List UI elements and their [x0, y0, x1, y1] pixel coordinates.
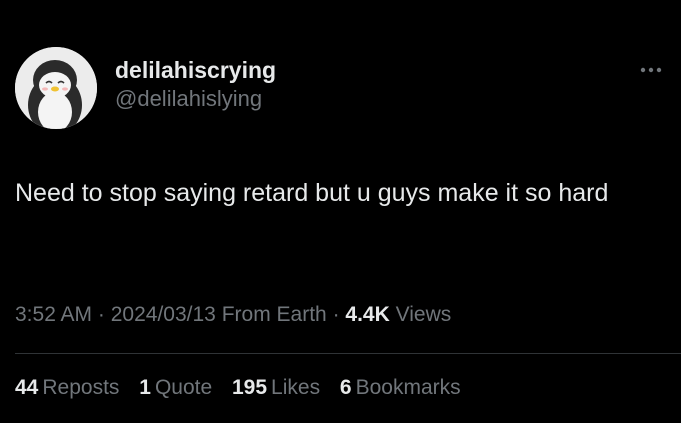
reposts-stat[interactable]: 44 Reposts [15, 376, 119, 399]
tweet-time[interactable]: 3:52 AM [15, 303, 92, 326]
tweet-date[interactable]: 2024/03/13 [111, 303, 216, 326]
bookmarks-count: 6 [339, 376, 352, 399]
quotes-stat[interactable]: 1 Quote [139, 376, 212, 399]
quote-count: 1 [139, 376, 151, 399]
likes-count: 195 [232, 376, 268, 399]
more-options-icon[interactable] [635, 62, 667, 78]
quote-label: Quote [154, 376, 213, 399]
meta-separator: · [97, 303, 105, 326]
meta-separator: · [332, 303, 340, 326]
reposts-count: 44 [15, 376, 39, 399]
views-label: Views [395, 303, 452, 326]
likes-label: Likes [271, 376, 321, 399]
penguin-avatar-icon[interactable] [15, 47, 97, 129]
bookmarks-stat[interactable]: 6 Bookmarks [340, 376, 461, 399]
reposts-label: Reposts [42, 376, 120, 399]
likes-stat[interactable]: 195 Likes [232, 376, 320, 399]
user-handle[interactable]: @delilahislying [115, 85, 276, 113]
tweet-meta: 3:52 AM · 2024/03/13 From Earth · 4.4K V… [15, 303, 451, 327]
engagement-stats: 44 Reposts 1 Quote 195 Likes 6 Bookmarks [15, 376, 475, 400]
bookmarks-label: Bookmarks [355, 376, 461, 399]
tweet-text: Need to stop saying retard but u guys ma… [15, 179, 609, 207]
tweet-card: delilahiscrying @delilahislying Need to … [0, 0, 681, 423]
user-info: delilahiscrying @delilahislying [115, 56, 276, 113]
display-name[interactable]: delilahiscrying [115, 56, 276, 84]
views-count[interactable]: 4.4K [345, 303, 389, 326]
tweet-source: From Earth [221, 303, 327, 326]
divider [15, 353, 681, 354]
